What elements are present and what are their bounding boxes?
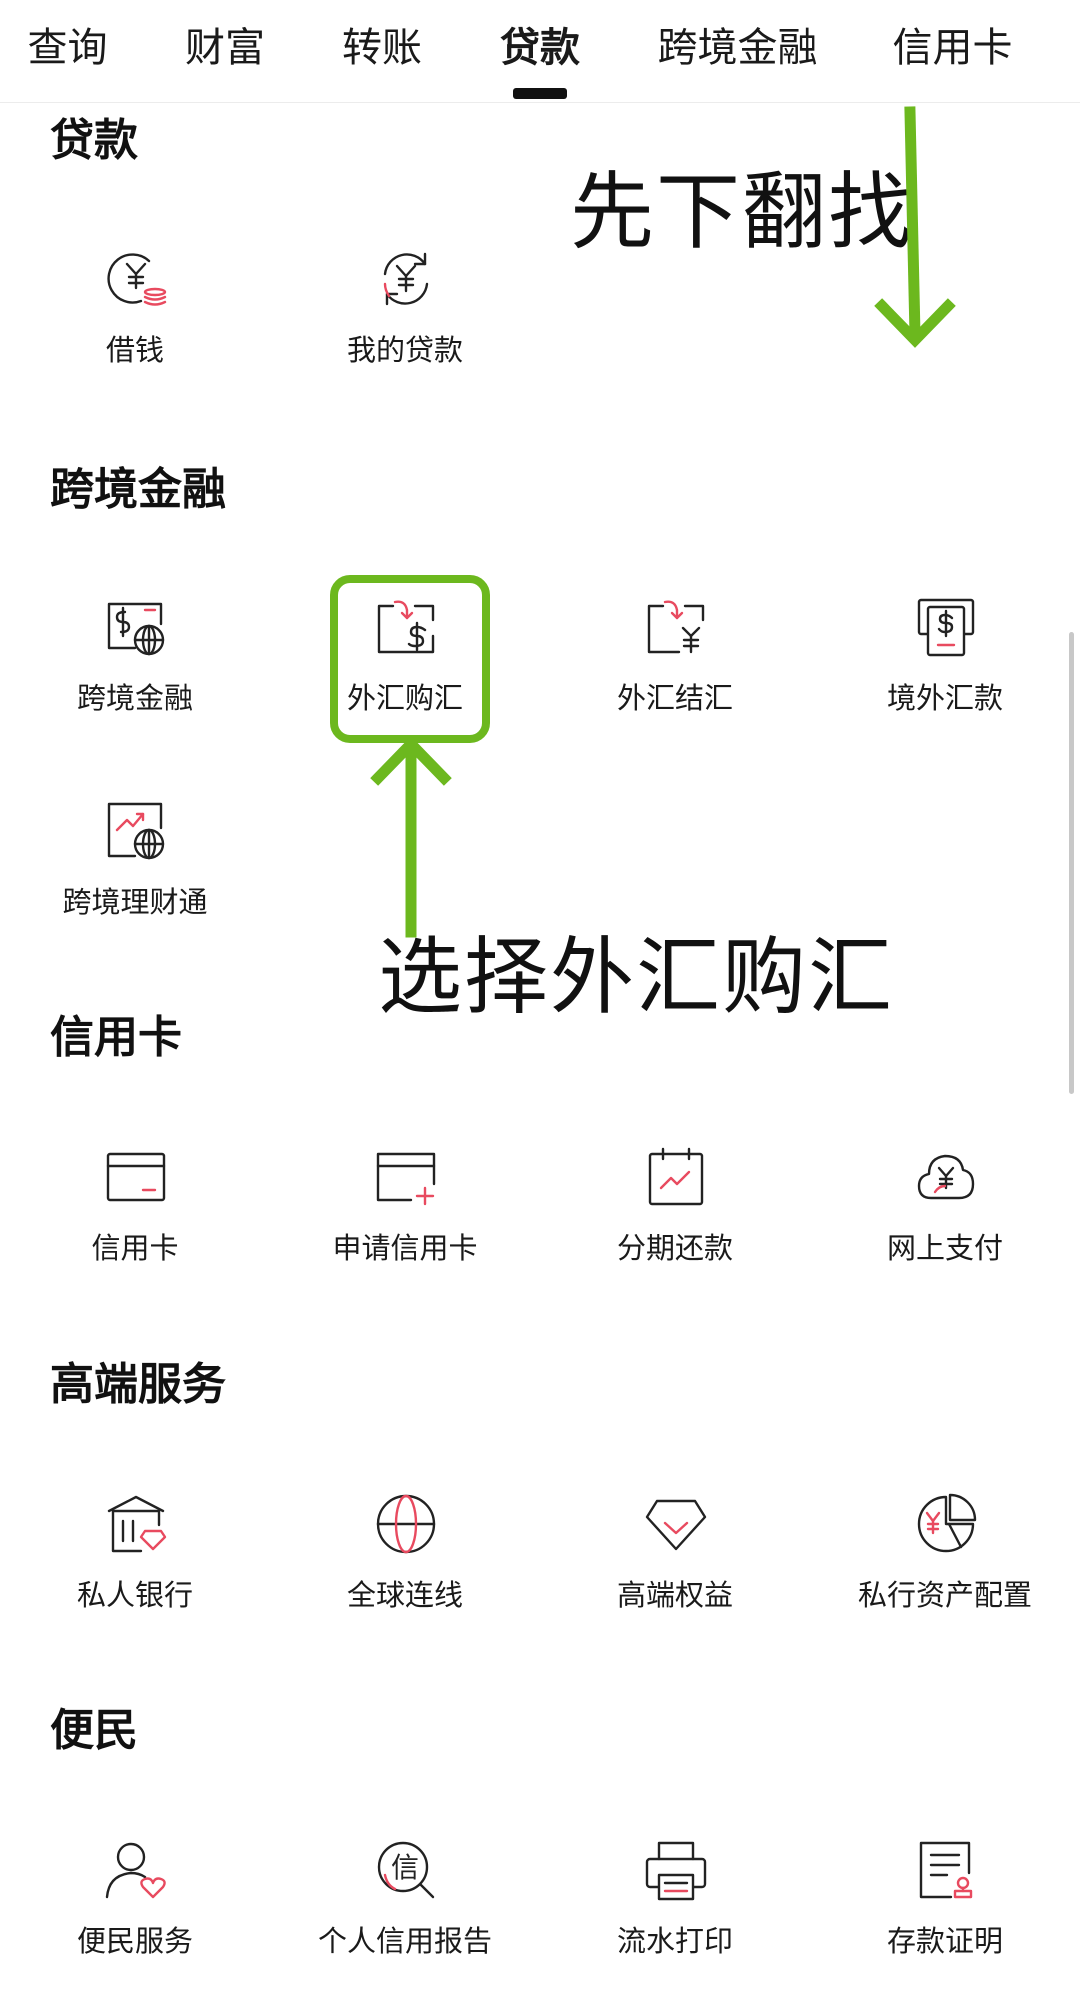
tab-credit-card[interactable]: 信用卡 bbox=[870, 0, 1035, 102]
vertical-scrollbar[interactable] bbox=[1069, 632, 1074, 1094]
section-title-loan: 贷款 bbox=[50, 115, 138, 166]
yen-cloud-icon bbox=[915, 1146, 977, 1208]
grid-item-label: 私人银行 bbox=[76, 1578, 193, 1612]
grid-item-installment[interactable]: 分期还款 bbox=[540, 1146, 810, 1306]
user-heart-icon bbox=[105, 1839, 167, 1901]
yen-coin-icon bbox=[105, 248, 167, 310]
credit-card-icon bbox=[105, 1146, 167, 1208]
svg-text:信: 信 bbox=[391, 1851, 419, 1884]
section-title-credit-card: 信用卡 bbox=[50, 1012, 182, 1063]
grid-item-deposit-certificate[interactable]: 存款证明 bbox=[810, 1839, 1080, 1999]
grid-item-label: 借钱 bbox=[105, 333, 164, 367]
annotation-scroll-hint: 先下翻找 bbox=[570, 163, 915, 261]
grid-item-private-asset-allocation[interactable]: 私行资产配置 bbox=[810, 1493, 1080, 1653]
arrow-down-head bbox=[874, 298, 956, 348]
tab-label: 财富 bbox=[185, 25, 265, 71]
section-title-premium: 高端服务 bbox=[50, 1359, 226, 1410]
yen-refresh-icon bbox=[375, 248, 437, 310]
annotation-select-hint: 选择外汇购汇 bbox=[378, 928, 895, 1026]
grid-item-label: 高端权益 bbox=[616, 1578, 733, 1612]
bank-diamond-icon bbox=[105, 1493, 167, 1555]
grid-item-label: 全球连线 bbox=[346, 1578, 463, 1612]
grid-item-label: 私行资产配置 bbox=[857, 1578, 1032, 1612]
grid-item-label: 分期还款 bbox=[616, 1231, 733, 1265]
dollar-globe-icon bbox=[105, 596, 167, 658]
section-title-convenience: 便民 bbox=[50, 1705, 138, 1756]
grid-item-label: 网上支付 bbox=[886, 1231, 1003, 1265]
yen-exchange-icon bbox=[645, 596, 707, 658]
grid-item-label: 跨境金融 bbox=[76, 681, 193, 715]
grid-item-personal-credit-report[interactable]: 信 个人信用报告 bbox=[270, 1839, 540, 1999]
section-title-cross-border: 跨境金融 bbox=[50, 464, 226, 515]
pie-yen-icon bbox=[915, 1493, 977, 1555]
calendar-chart-icon bbox=[645, 1146, 707, 1208]
grid-item-overseas-remittance[interactable]: 境外汇款 bbox=[810, 596, 1080, 756]
globe-icon bbox=[375, 1493, 437, 1555]
grid-item-global-connect[interactable]: 全球连线 bbox=[270, 1493, 540, 1653]
printer-icon bbox=[645, 1839, 707, 1901]
credit-search-icon: 信 bbox=[375, 1839, 437, 1901]
chart-globe-icon bbox=[105, 800, 167, 862]
highlight-box-forex-purchase bbox=[330, 575, 490, 743]
grid-item-my-loan[interactable]: 我的贷款 bbox=[270, 248, 540, 408]
tab-label: 跨境金融 bbox=[657, 25, 818, 71]
grid-item-label: 个人信用报告 bbox=[317, 1924, 492, 1958]
tab-label: 信用卡 bbox=[892, 25, 1013, 71]
grid-item-label: 境外汇款 bbox=[886, 681, 1003, 715]
grid-item-private-banking[interactable]: 私人银行 bbox=[0, 1493, 270, 1653]
grid-item-online-payment[interactable]: 网上支付 bbox=[810, 1146, 1080, 1306]
grid-item-borrow[interactable]: 借钱 bbox=[0, 248, 270, 408]
grid-item-label: 外汇结汇 bbox=[616, 681, 733, 715]
active-tab-indicator bbox=[513, 88, 567, 99]
dollar-remit-icon bbox=[915, 596, 977, 658]
grid-item-credit-card[interactable]: 信用卡 bbox=[0, 1146, 270, 1306]
grid-item-label: 我的贷款 bbox=[346, 333, 463, 367]
grid-item-label: 便民服务 bbox=[76, 1924, 193, 1958]
grid-item-cross-border-finance[interactable]: 跨境金融 bbox=[0, 596, 270, 756]
tab-cross-border[interactable]: 跨境金融 bbox=[640, 0, 835, 102]
grid-item-label: 跨境理财通 bbox=[62, 885, 208, 919]
tab-wealth[interactable]: 财富 bbox=[165, 0, 285, 102]
grid-item-label: 存款证明 bbox=[886, 1924, 1003, 1958]
top-tab-bar: 查询 财富 转账 贷款 跨境金融 信用卡 bbox=[0, 0, 1080, 103]
tab-query[interactable]: 查询 bbox=[10, 0, 125, 102]
tab-loan[interactable]: 贷款 bbox=[480, 0, 600, 102]
tab-label: 转账 bbox=[342, 25, 422, 71]
grid-item-forex-settlement[interactable]: 外汇结汇 bbox=[540, 596, 810, 756]
grid-item-label: 流水打印 bbox=[616, 1924, 733, 1958]
grid-item-statement-print[interactable]: 流水打印 bbox=[540, 1839, 810, 1999]
certificate-icon bbox=[915, 1839, 977, 1901]
grid-item-label: 申请信用卡 bbox=[332, 1231, 478, 1265]
tab-transfer[interactable]: 转账 bbox=[322, 0, 442, 102]
grid-item-premium-benefits[interactable]: 高端权益 bbox=[540, 1493, 810, 1653]
grid-item-cross-border-wealth-connect[interactable]: 跨境理财通 bbox=[0, 800, 270, 960]
grid-item-convenience-service[interactable]: 便民服务 bbox=[0, 1839, 270, 1999]
grid-item-label: 信用卡 bbox=[91, 1231, 179, 1265]
diamond-icon bbox=[645, 1493, 707, 1555]
tab-label: 查询 bbox=[27, 25, 108, 71]
grid-item-apply-credit-card[interactable]: 申请信用卡 bbox=[270, 1146, 540, 1306]
card-add-icon bbox=[375, 1146, 437, 1208]
